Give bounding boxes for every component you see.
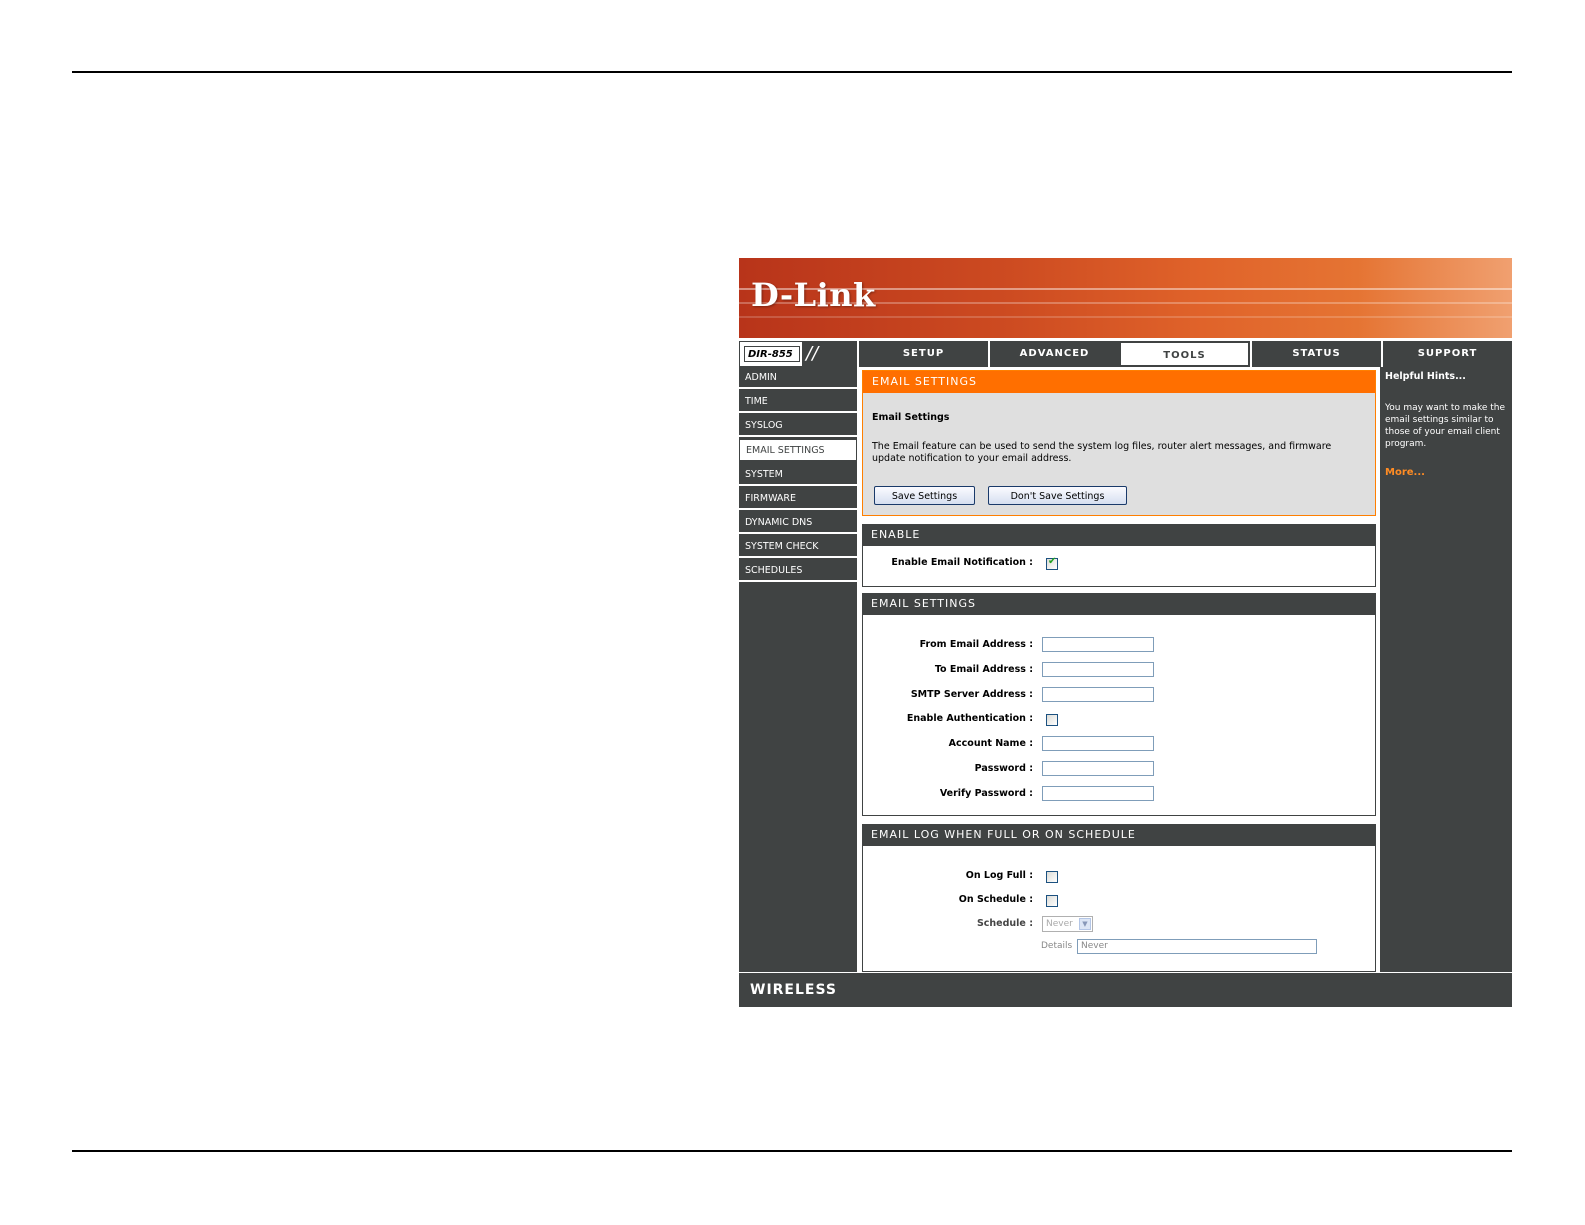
enable-auth-checkbox[interactable]: [1046, 714, 1058, 726]
wireless-brand: WIRELESS: [750, 982, 838, 998]
header-banner: D-Link: [739, 258, 1512, 338]
email-log-section: EMAIL LOG WHEN FULL OR ON SCHEDULE On Lo…: [862, 824, 1376, 972]
dlink-logo: D-Link: [751, 276, 876, 314]
hints-text: You may want to make the email settings …: [1385, 403, 1506, 449]
enable-header: ENABLE: [862, 524, 1376, 546]
bottom-rule: [72, 1150, 1512, 1152]
schedule-select-value: Never: [1046, 919, 1073, 929]
tab-advanced[interactable]: ADVANCED: [988, 341, 1119, 367]
sidebar-item-system[interactable]: SYSTEM: [739, 464, 857, 486]
sidebar-item-firmware[interactable]: FIRMWARE: [739, 488, 857, 510]
enable-auth-label: Enable Authentication :: [906, 713, 1033, 724]
sidebar-item-dynamic-dns[interactable]: DYNAMIC DNS: [739, 512, 857, 534]
dont-save-settings-button[interactable]: Don't Save Settings: [988, 486, 1127, 505]
footer-bar: WIRELESS: [739, 973, 1512, 1007]
to-email-label: To Email Address :: [934, 664, 1033, 675]
verify-password-input[interactable]: [1042, 786, 1154, 801]
password-label: Password :: [974, 763, 1033, 774]
helpful-hints-panel: Helpful Hints... You may want to make th…: [1380, 367, 1512, 972]
enable-section: ENABLE Enable Email Notification :: [862, 524, 1376, 587]
sidebar-item-system-check[interactable]: SYSTEM CHECK: [739, 536, 857, 558]
intro-description: The Email feature can be used to send th…: [872, 441, 1332, 464]
sidebar-item-admin[interactable]: ADMIN: [739, 367, 857, 389]
on-log-full-label: On Log Full :: [965, 870, 1033, 881]
details-label: Details: [1041, 941, 1073, 951]
tab-status[interactable]: STATUS: [1250, 341, 1381, 367]
sidebar-item-time[interactable]: TIME: [739, 391, 857, 413]
chevron-down-icon: ▼: [1079, 918, 1091, 930]
schedule-label: Schedule :: [976, 918, 1033, 929]
account-name-label: Account Name :: [948, 738, 1033, 749]
verify-password-label: Verify Password :: [939, 788, 1033, 799]
tab-tools[interactable]: TOOLS: [1119, 341, 1250, 367]
model-badge: DIR-855 //: [739, 341, 858, 367]
schedule-select[interactable]: Never ▼: [1042, 916, 1093, 932]
password-input[interactable]: [1042, 761, 1154, 776]
from-email-input[interactable]: [1042, 637, 1154, 652]
email-log-header: EMAIL LOG WHEN FULL OR ON SCHEDULE: [862, 824, 1376, 846]
intro-subtitle: Email Settings: [872, 412, 950, 423]
on-log-full-checkbox[interactable]: [1046, 871, 1058, 883]
enable-notification-checkbox[interactable]: [1046, 556, 1058, 570]
to-email-input[interactable]: [1042, 662, 1154, 677]
top-rule: [72, 71, 1512, 73]
sidebar-item-syslog[interactable]: SYSLOG: [739, 415, 857, 437]
tab-setup[interactable]: SETUP: [857, 341, 988, 367]
smtp-server-label: SMTP Server Address :: [910, 689, 1033, 700]
sidebar-item-email-settings[interactable]: EMAIL SETTINGS: [739, 439, 857, 461]
hints-title: Helpful Hints...: [1385, 371, 1466, 382]
router-admin-ui: D-Link DIR-855 // SETUP ADVANCED TOOLS S…: [739, 258, 1512, 1007]
enable-notification-label: Enable Email Notification :: [891, 557, 1033, 568]
details-field: Never: [1077, 939, 1317, 954]
tab-support[interactable]: SUPPORT: [1381, 341, 1512, 367]
on-schedule-checkbox[interactable]: [1046, 895, 1058, 907]
model-divider: //: [802, 342, 858, 366]
top-nav: DIR-855 // SETUP ADVANCED TOOLS STATUS S…: [739, 341, 1512, 367]
smtp-server-input[interactable]: [1042, 687, 1154, 702]
email-settings-header: EMAIL SETTINGS: [862, 593, 1376, 615]
hints-more-link[interactable]: More...: [1385, 467, 1425, 478]
save-settings-button[interactable]: Save Settings: [874, 486, 975, 505]
email-intro-section: EMAIL SETTINGS Email Settings The Email …: [862, 370, 1376, 516]
on-schedule-label: On Schedule :: [958, 894, 1033, 905]
model-name: DIR-855: [744, 346, 800, 362]
main-content: EMAIL SETTINGS Email Settings The Email …: [859, 367, 1378, 972]
account-name-input[interactable]: [1042, 736, 1154, 751]
from-email-label: From Email Address :: [919, 639, 1033, 650]
email-settings-section: EMAIL SETTINGS From Email Address : To E…: [862, 593, 1376, 816]
intro-header: EMAIL SETTINGS: [863, 371, 1375, 393]
